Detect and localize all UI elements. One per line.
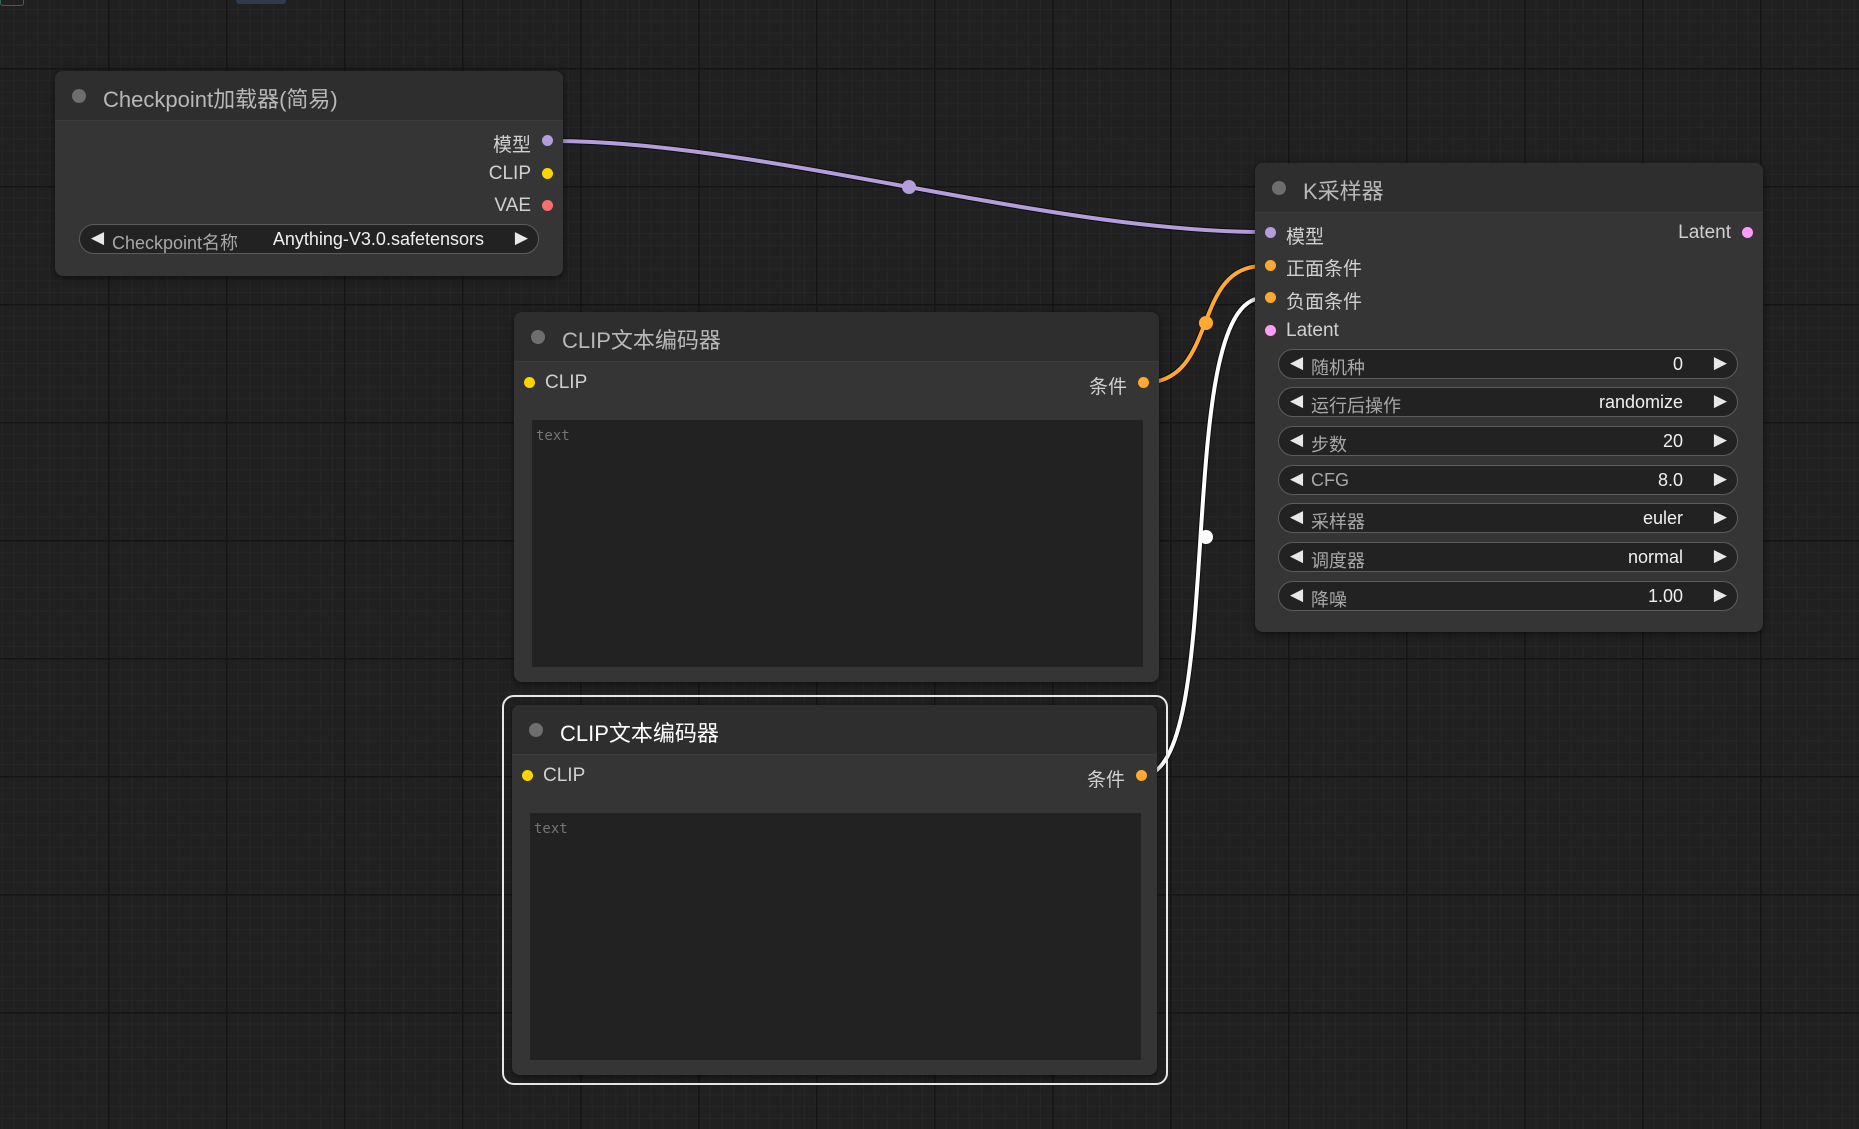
increment-arrow-icon[interactable]: ▶ (1714, 391, 1727, 411)
input-label-clip: CLIP (543, 765, 586, 786)
input-socket-positive[interactable] (1265, 260, 1276, 271)
node-header[interactable]: CLIP文本编码器 (512, 705, 1157, 755)
node-header[interactable]: CLIP文本编码器 (514, 312, 1159, 362)
increment-arrow-icon[interactable]: ▶ (1714, 469, 1727, 489)
input-socket-model[interactable] (1265, 227, 1276, 238)
input-socket-clip[interactable] (524, 377, 535, 388)
increment-arrow-icon[interactable]: ▶ (1714, 353, 1727, 373)
input-label-clip: CLIP (545, 372, 588, 393)
sampler-widget[interactable]: ◀ 采样器 euler ▶ (1278, 503, 1738, 533)
decrement-arrow-icon[interactable]: ◀ (1290, 391, 1303, 411)
toolbar-edge (0, 0, 24, 6)
widget-label: 降噪 (1311, 590, 1347, 610)
node-title: Checkpoint加载器(简易) (103, 87, 338, 112)
widget-label: 运行后操作 (1311, 396, 1401, 416)
output-label-model: 模型 (492, 135, 531, 156)
widget-value: Anything-V3.0.safetensors (272, 229, 484, 249)
control-after-generate-widget[interactable]: ◀ 运行后操作 randomize ▶ (1278, 387, 1738, 417)
input-socket-latent[interactable] (1265, 325, 1276, 336)
increment-arrow-icon[interactable]: ▶ (1714, 507, 1727, 527)
scheduler-widget[interactable]: ◀ 调度器 normal ▶ (1278, 542, 1738, 572)
input-socket-clip[interactable] (522, 770, 533, 781)
input-label-latent: Latent (1286, 320, 1339, 341)
decrement-arrow-icon[interactable]: ◀ (1290, 507, 1303, 527)
node-title: K采样器 (1303, 179, 1384, 204)
decrement-arrow-icon[interactable]: ◀ (1290, 585, 1303, 605)
increment-arrow-icon[interactable]: ▶ (1714, 585, 1727, 605)
decrement-arrow-icon[interactable]: ◀ (91, 228, 104, 248)
node-ksampler[interactable]: K采样器 模型 Latent 正面条件 负面条件 Latent ◀ 随机种 0 … (1255, 163, 1763, 632)
decrement-arrow-icon[interactable]: ◀ (1290, 469, 1303, 489)
output-label-latent: Latent (1678, 222, 1731, 243)
toolbar-chip[interactable] (236, 0, 286, 4)
decrement-arrow-icon[interactable]: ◀ (1290, 546, 1303, 566)
output-label-vae: VAE (494, 195, 531, 216)
denoise-widget[interactable]: ◀ 降噪 1.00 ▶ (1278, 581, 1738, 611)
output-socket-clip[interactable] (542, 168, 553, 179)
prompt-text-area[interactable] (532, 420, 1143, 667)
input-label-negative: 负面条件 (1286, 292, 1363, 313)
cfg-widget[interactable]: ◀ CFG 8.0 ▶ (1278, 465, 1738, 495)
node-title: CLIP文本编码器 (560, 721, 719, 746)
node-clip-text-encoder-1[interactable]: CLIP文本编码器 CLIP 条件 (514, 312, 1159, 682)
increment-arrow-icon[interactable]: ▶ (1714, 546, 1727, 566)
node-checkpoint-loader[interactable]: Checkpoint加载器(简易) 模型 CLIP VAE ◀ Checkpoi… (55, 71, 563, 276)
node-header[interactable]: K采样器 (1255, 163, 1763, 213)
widget-value: normal (1627, 547, 1683, 567)
decrement-arrow-icon[interactable]: ◀ (1290, 353, 1303, 373)
widget-value: randomize (1598, 392, 1683, 412)
widget-value: 8.0 (1657, 470, 1683, 490)
widget-value: 0 (1672, 354, 1683, 374)
widget-value: euler (1642, 508, 1683, 528)
output-socket-model[interactable] (542, 135, 553, 146)
input-socket-negative[interactable] (1265, 292, 1276, 303)
widget-value: 1.00 (1647, 586, 1683, 606)
widget-label: CFG (1311, 470, 1349, 490)
widget-label: 随机种 (1311, 358, 1365, 378)
top-toolbar-fragment (0, 0, 320, 6)
widget-label: 采样器 (1311, 512, 1365, 532)
output-label-conditioning: 条件 (1088, 377, 1127, 398)
collapse-dot-icon[interactable] (529, 723, 543, 737)
node-header[interactable]: Checkpoint加载器(简易) (55, 71, 563, 121)
output-label-conditioning: 条件 (1086, 770, 1125, 791)
widget-label: 步数 (1311, 435, 1347, 455)
input-label-model: 模型 (1286, 227, 1325, 248)
input-label-positive: 正面条件 (1286, 259, 1363, 280)
node-clip-text-encoder-2[interactable]: CLIP文本编码器 CLIP 条件 (512, 705, 1157, 1075)
steps-widget[interactable]: ◀ 步数 20 ▶ (1278, 426, 1738, 456)
output-label-clip: CLIP (488, 163, 531, 184)
output-socket-vae[interactable] (542, 200, 553, 211)
widget-label: 调度器 (1311, 551, 1365, 571)
increment-arrow-icon[interactable]: ▶ (515, 228, 528, 248)
seed-widget[interactable]: ◀ 随机种 0 ▶ (1278, 349, 1738, 379)
decrement-arrow-icon[interactable]: ◀ (1290, 430, 1303, 450)
ckpt-name-combo[interactable]: ◀ Checkpoint名称 Anything-V3.0.safetensors… (79, 224, 539, 254)
output-socket-conditioning[interactable] (1138, 377, 1149, 388)
increment-arrow-icon[interactable]: ▶ (1714, 430, 1727, 450)
output-socket-conditioning[interactable] (1136, 770, 1147, 781)
widget-label: Checkpoint名称 (112, 233, 239, 253)
collapse-dot-icon[interactable] (1272, 181, 1286, 195)
node-title: CLIP文本编码器 (562, 328, 721, 353)
collapse-dot-icon[interactable] (531, 330, 545, 344)
collapse-dot-icon[interactable] (72, 89, 86, 103)
widget-value: 20 (1662, 431, 1683, 451)
prompt-text-area[interactable] (530, 813, 1141, 1060)
output-socket-latent[interactable] (1742, 227, 1753, 238)
